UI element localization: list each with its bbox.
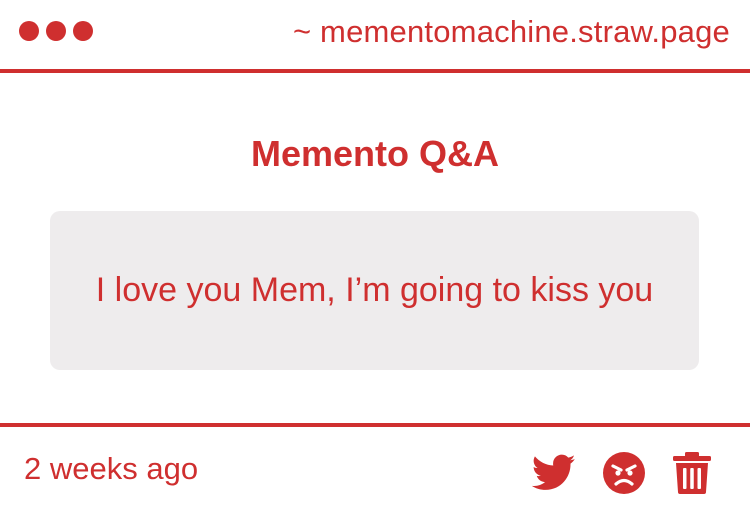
window-dot: [73, 21, 93, 41]
action-buttons: [532, 451, 712, 495]
window-dots: [19, 21, 93, 41]
message-text: I love you Mem, I’m going to kiss you: [95, 271, 654, 309]
angry-face-icon[interactable]: [602, 451, 646, 495]
timestamp: 2 weeks ago: [24, 451, 199, 486]
top-bar: ~ mementomachine.straw.page: [0, 0, 750, 73]
window-dot: [19, 21, 39, 41]
trash-icon[interactable]: [672, 452, 712, 494]
page: ~ mementomachine.straw.page Memento Q&A …: [0, 0, 750, 502]
page-url[interactable]: ~ mementomachine.straw.page: [293, 13, 730, 51]
twitter-icon[interactable]: [532, 454, 576, 492]
page-title: Memento Q&A: [250, 133, 499, 174]
message-card: I love you Mem, I’m going to kiss you: [50, 211, 699, 370]
window-dot: [46, 21, 66, 41]
bottom-bar: 2 weeks ago: [0, 423, 750, 506]
